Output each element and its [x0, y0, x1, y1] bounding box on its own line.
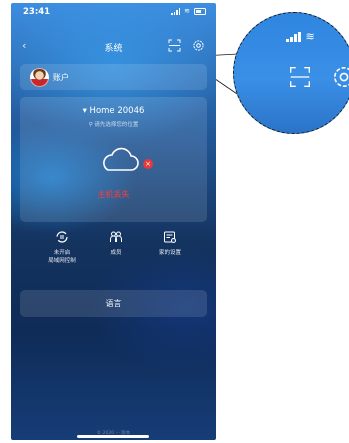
account-row[interactable]: 账户 — [20, 64, 207, 90]
action-row: 未开启 局域网控制 成员 家的设置 — [20, 230, 207, 280]
members-label: 成员 — [110, 250, 122, 256]
magnified-status-icons: ≋ — [286, 30, 315, 43]
status-time: 23:41 — [23, 7, 51, 17]
gear-icon[interactable] — [192, 39, 205, 52]
battery-icon — [194, 8, 206, 15]
home-settings-button[interactable]: 家的设置 — [140, 230, 200, 257]
magnifier-callout: ≋ — [233, 12, 349, 134]
magnified-wifi-icon: ≋ — [305, 30, 315, 43]
avatar — [30, 68, 49, 87]
cloud-icon — [103, 147, 139, 171]
language-row[interactable]: 语言 — [20, 290, 207, 317]
home-indicator — [77, 435, 149, 438]
page-title: 系统 — [104, 44, 123, 54]
error-badge-icon: × — [143, 159, 153, 169]
language-label: 语言 — [105, 299, 122, 308]
lan-control-label-line2: 局域网控制 — [48, 258, 76, 264]
magnified-signal-icon — [286, 31, 301, 42]
scan-icon[interactable] — [168, 39, 181, 52]
lan-control-label: 未开启 局域网控制 — [32, 249, 92, 265]
magnified-gear-icon — [334, 67, 349, 87]
magnified-scan-icon — [290, 67, 310, 87]
lan-control-button[interactable]: 未开启 局域网控制 — [32, 230, 92, 265]
navbar: ‹ 系统 — [11, 35, 216, 59]
account-label: 账户 — [53, 73, 69, 82]
location-hint[interactable]: ⚲ 请先选择您的位置 — [20, 120, 207, 128]
status-bar: 23:41 ≋ — [11, 3, 216, 25]
home-selector[interactable]: ▾ Home 20046 — [20, 106, 207, 116]
lan-control-label-line1: 未开启 — [53, 250, 71, 256]
host-status-text: 主机丢失 — [97, 190, 130, 199]
members-button[interactable]: 成员 — [86, 230, 146, 257]
home-settings-icon — [164, 231, 176, 243]
phone-screen: 23:41 ≋ ‹ 系统 账户 ▾ Home 20046 ⚲ 请先选择您的位置 — [11, 3, 216, 440]
wifi-icon: ≋ — [184, 7, 190, 15]
status-icons: ≋ — [171, 8, 206, 15]
signal-icon — [171, 8, 181, 15]
home-settings-label: 家的设置 — [158, 250, 181, 256]
members-icon — [110, 231, 122, 242]
home-card: ▾ Home 20046 ⚲ 请先选择您的位置 × 主机丢失 — [20, 97, 207, 222]
sync-icon — [56, 231, 68, 243]
